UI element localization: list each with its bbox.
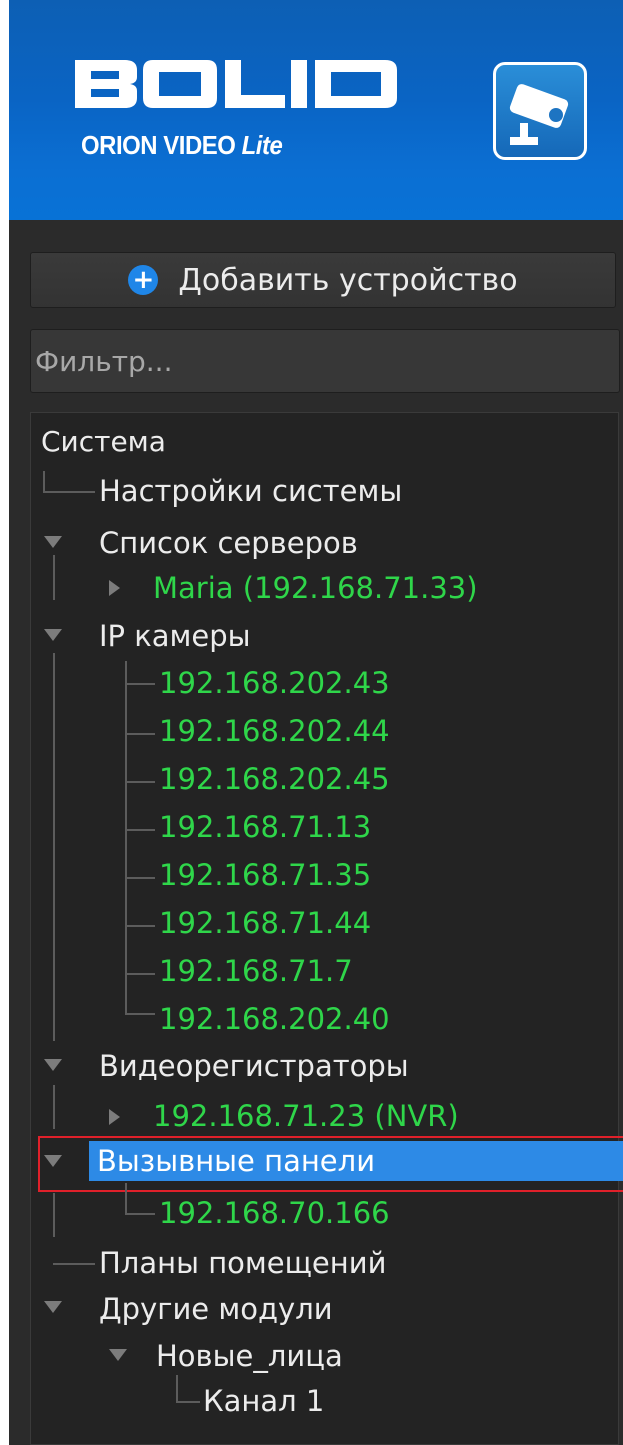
collapse-toggle-icon[interactable] [109,1109,120,1125]
camera-item[interactable]: 192.168.202.43 [159,663,390,703]
device-tree: Система Настройки системы Список серверо… [30,412,623,1445]
tree-item-room-plans[interactable]: Планы помещений [99,1243,386,1283]
expand-toggle-icon[interactable] [44,1301,62,1313]
camera-item[interactable]: 192.168.71.7 [159,951,353,991]
tree-item-system-settings[interactable]: Настройки системы [99,471,402,511]
camera-view-button[interactable] [493,62,587,160]
camera-item[interactable]: 192.168.202.44 [159,711,390,751]
add-device-label: Добавить устройство [178,262,518,298]
tree-group-other-modules[interactable]: Другие модули [99,1289,333,1329]
expand-toggle-icon[interactable] [109,1349,127,1361]
plus-circle-icon: + [128,265,159,295]
product-name: ORION VIDEO Lite [81,130,283,160]
filter-input[interactable]: Фильтр... [30,329,620,393]
cctv-camera-icon [509,84,569,145]
camera-item[interactable]: 192.168.71.35 [159,855,371,895]
tree-group-servers[interactable]: Список серверов [99,523,358,563]
tree-group-recorders[interactable]: Видеорегистраторы [99,1046,409,1086]
recorder-item[interactable]: 192.168.71.23 (NVR) [153,1096,459,1136]
camera-item[interactable]: 192.168.71.44 [159,903,371,943]
camera-item[interactable]: 192.168.71.13 [159,807,371,847]
tree-item-channel[interactable]: Канал 1 [203,1381,324,1421]
tree-root-system[interactable]: Система [41,425,166,458]
bolid-logo [75,60,397,108]
add-device-button[interactable]: + Добавить устройство [30,252,616,308]
call-panel-item[interactable]: 192.168.70.166 [159,1193,390,1233]
expand-toggle-icon[interactable] [44,629,62,641]
camera-item[interactable]: 192.168.202.40 [159,999,390,1039]
expand-toggle-icon[interactable] [44,536,62,548]
header-banner: ORION VIDEO Lite [9,0,623,220]
server-item[interactable]: Maria (192.168.71.33) [153,568,478,608]
collapse-toggle-icon[interactable] [109,580,120,596]
filter-placeholder: Фильтр... [35,344,173,378]
app-panel: ORION VIDEO Lite + Добавить устройство Ф… [9,0,623,1445]
camera-item[interactable]: 192.168.202.45 [159,759,390,799]
expand-toggle-icon[interactable] [44,1059,62,1071]
tree-group-ip-cameras[interactable]: IP камеры [99,616,251,656]
tree-item-module[interactable]: Новые_лица [156,1336,343,1376]
